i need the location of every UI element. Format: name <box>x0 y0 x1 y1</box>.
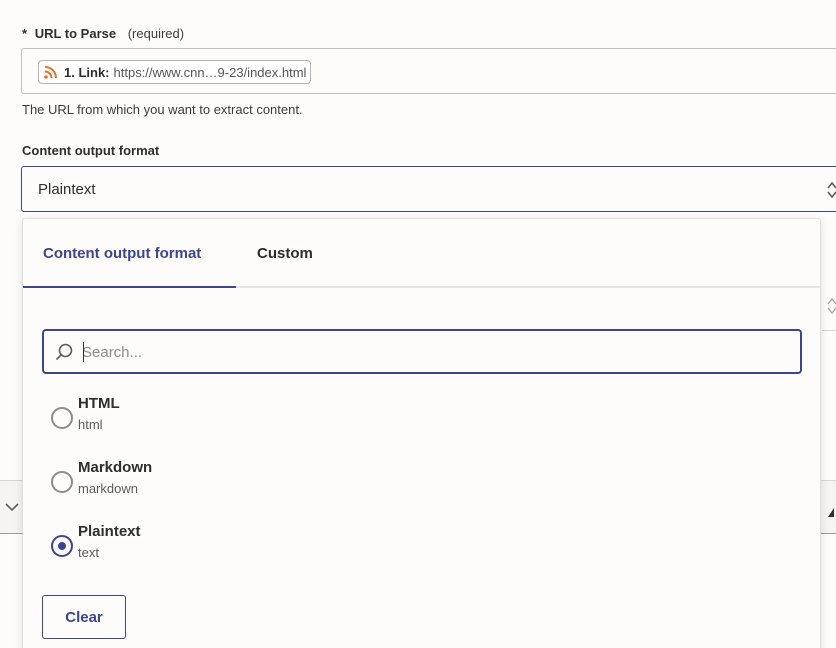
chevron-up-down-icon <box>826 180 836 200</box>
radio-html[interactable] <box>51 407 73 429</box>
url-field-label: * URL to Parse (required) <box>22 26 184 41</box>
format-selected-value: Plaintext <box>38 180 96 198</box>
search-box[interactable] <box>42 329 802 374</box>
option-label: HTML <box>78 395 120 412</box>
url-field-name: URL to Parse <box>34 26 117 41</box>
option-html[interactable]: HTML html <box>51 395 751 443</box>
search-icon <box>54 342 74 362</box>
required-marker: * <box>22 26 28 41</box>
pill-key: 1. Link: <box>64 64 110 80</box>
search-input[interactable] <box>82 340 782 364</box>
chevron-down-icon[interactable] <box>4 500 20 514</box>
text-cursor <box>83 342 84 362</box>
tab-content-output-format[interactable]: Content output format <box>43 245 201 262</box>
url-help-text: The URL from which you want to extract c… <box>22 102 303 117</box>
url-input[interactable]: 1. Link: https://www.cnn…9-23/index.html <box>21 48 836 94</box>
option-label: Plaintext <box>78 523 141 540</box>
option-label: Markdown <box>78 459 153 476</box>
option-markdown[interactable]: Markdown markdown <box>51 459 751 507</box>
format-select[interactable]: Plaintext <box>21 166 836 212</box>
link-token-pill[interactable]: 1. Link: https://www.cnn…9-23/index.html <box>38 60 312 84</box>
radio-plaintext[interactable] <box>51 535 73 557</box>
rss-icon <box>43 64 59 80</box>
option-plaintext[interactable]: Plaintext text <box>51 523 751 571</box>
chevron-up-down-icon <box>826 296 836 316</box>
divider <box>822 330 836 331</box>
required-text: (required) <box>127 26 185 41</box>
active-tab-indicator <box>23 286 236 288</box>
pill-value: https://www.cnn…9-23/index.html <box>113 64 307 80</box>
option-value: markdown <box>78 481 138 496</box>
tab-custom[interactable]: Custom <box>257 245 313 262</box>
dropdown-tabs: Content output format Custom <box>23 219 820 288</box>
option-value: html <box>78 417 103 432</box>
format-dropdown-panel: Content output format Custom HTML html M… <box>22 218 821 648</box>
format-field-label: Content output format <box>22 143 160 158</box>
clear-button[interactable]: Clear <box>42 595 126 639</box>
radio-markdown[interactable] <box>51 471 73 493</box>
option-value: text <box>78 545 99 560</box>
triangle-up-icon[interactable] <box>826 505 836 519</box>
